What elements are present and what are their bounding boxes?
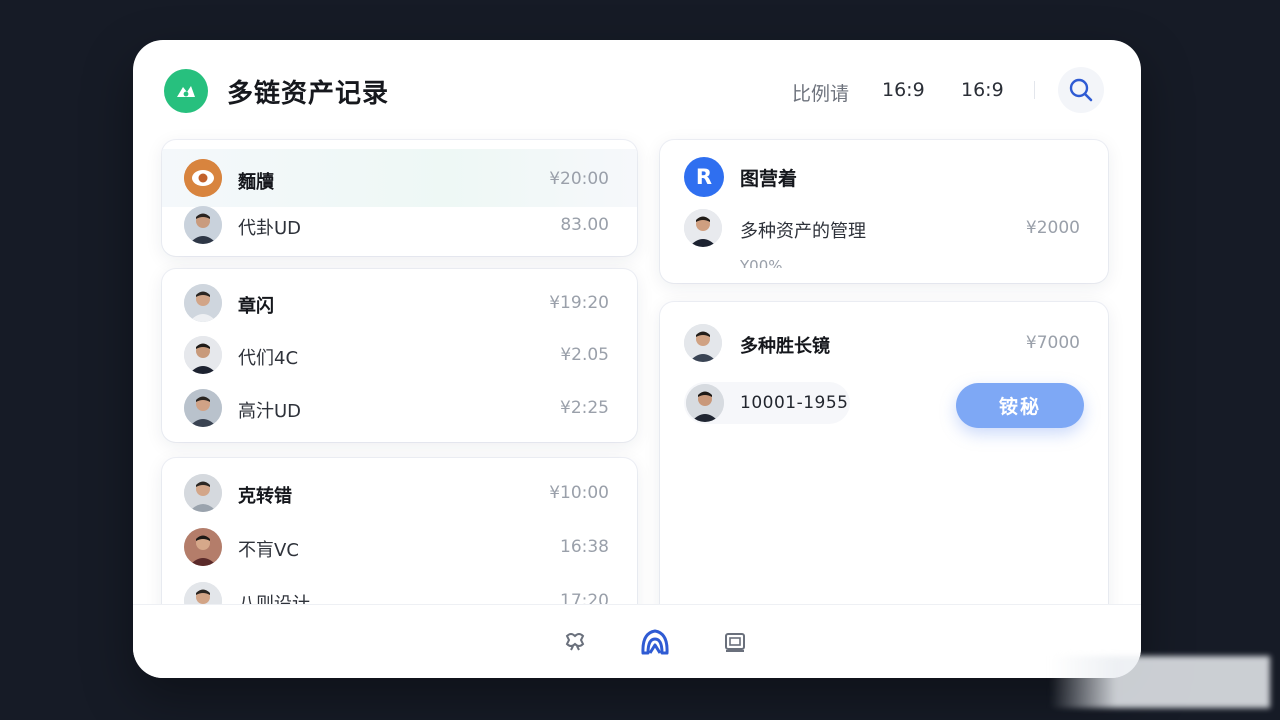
item-name: 章闪: [238, 296, 274, 317]
item-name: 不肓VC: [238, 540, 299, 561]
item-value: 16:38: [560, 537, 609, 557]
avatar: [686, 384, 724, 422]
item-value: ¥2.05: [560, 345, 609, 365]
list-item[interactable]: 多种胜长镜 ¥7000: [660, 318, 1108, 368]
id-chip: 10001-1955: [684, 382, 850, 424]
profile-card[interactable]: R 图营着 多种资产的管理 ¥2000 Y00%: [660, 140, 1108, 283]
item-value: ¥19:20: [549, 293, 609, 313]
item-value: ¥2:25: [560, 398, 609, 418]
tab-grid-icon: [565, 633, 585, 651]
ratio-option-2[interactable]: 16:9: [961, 79, 1004, 101]
tab-grid[interactable]: [558, 625, 592, 659]
avatar: [184, 474, 222, 512]
item-name: 克转错: [238, 486, 292, 507]
list-item[interactable]: 多种资产的管理 ¥2000: [660, 203, 1108, 253]
divider: [1034, 81, 1035, 99]
avatar: [184, 528, 222, 566]
item-name: 高汁UD: [238, 401, 302, 422]
ratio-label: 比例请: [792, 83, 850, 105]
asset-card[interactable]: 章闪 ¥19:20 代们4C ¥2.05 高汁UD ¥2:25: [162, 269, 637, 442]
watermark: [1050, 656, 1270, 708]
avatar: [184, 159, 222, 197]
tab-home[interactable]: [638, 625, 672, 659]
list-item[interactable]: 章闪 ¥19:20: [162, 278, 637, 328]
header: 多链资产记录 比例请 16:9 16:9: [133, 40, 1141, 140]
tab-box-icon: [725, 633, 745, 652]
action-button[interactable]: 铵秘: [956, 383, 1084, 428]
item-name: 多种资产的管理: [740, 221, 866, 242]
item-value: ¥10:00: [549, 483, 609, 503]
card-title: 多种胜长镜: [740, 336, 830, 357]
list-item[interactable]: 代们4C ¥2.05: [162, 330, 637, 380]
item-name: 代卦UD: [238, 218, 302, 239]
avatar: [184, 206, 222, 244]
ratio-option-1[interactable]: 16:9: [882, 79, 925, 101]
avatar: [184, 389, 222, 427]
list-item[interactable]: 不肓VC 16:38: [162, 522, 637, 572]
avatar: [184, 336, 222, 374]
item-value: ¥7000: [1025, 333, 1080, 353]
card-title: 图营着: [740, 168, 798, 190]
asset-card[interactable]: 麵牘 ¥20:00 代卦UD 83.00: [162, 140, 637, 256]
page-title: 多链资产记录: [227, 79, 390, 109]
list-item[interactable]: 高汁UD ¥2:25: [162, 383, 637, 433]
item-value: ¥2000: [1025, 218, 1080, 238]
list-item[interactable]: 代卦UD 83.00: [162, 200, 637, 250]
item-value: 83.00: [560, 215, 609, 235]
avatar: [184, 284, 222, 322]
item-name: 麵牘: [238, 172, 274, 193]
search-button[interactable]: [1058, 67, 1104, 113]
r-badge-icon: R: [684, 157, 724, 197]
tab-box[interactable]: [718, 625, 752, 659]
item-value: ¥20:00: [549, 169, 609, 189]
logo-icon: [164, 69, 208, 113]
avatar: [684, 209, 722, 247]
item-name: 代们4C: [238, 348, 299, 369]
avatar: [684, 324, 722, 362]
list-item[interactable]: 克转错 ¥10:00: [162, 468, 637, 518]
truncated-text: Y00%: [740, 257, 783, 268]
id-text: 10001-1955: [740, 393, 849, 413]
app-window: 多链资产记录 比例请 16:9 16:9 麵牘 ¥20:00 代卦UD 83.0…: [133, 40, 1141, 678]
tab-home-icon: [641, 629, 669, 655]
list-item[interactable]: 麵牘 ¥20:00: [162, 149, 637, 207]
search-icon: [1069, 78, 1093, 102]
bottom-tab-bar: [133, 604, 1141, 678]
